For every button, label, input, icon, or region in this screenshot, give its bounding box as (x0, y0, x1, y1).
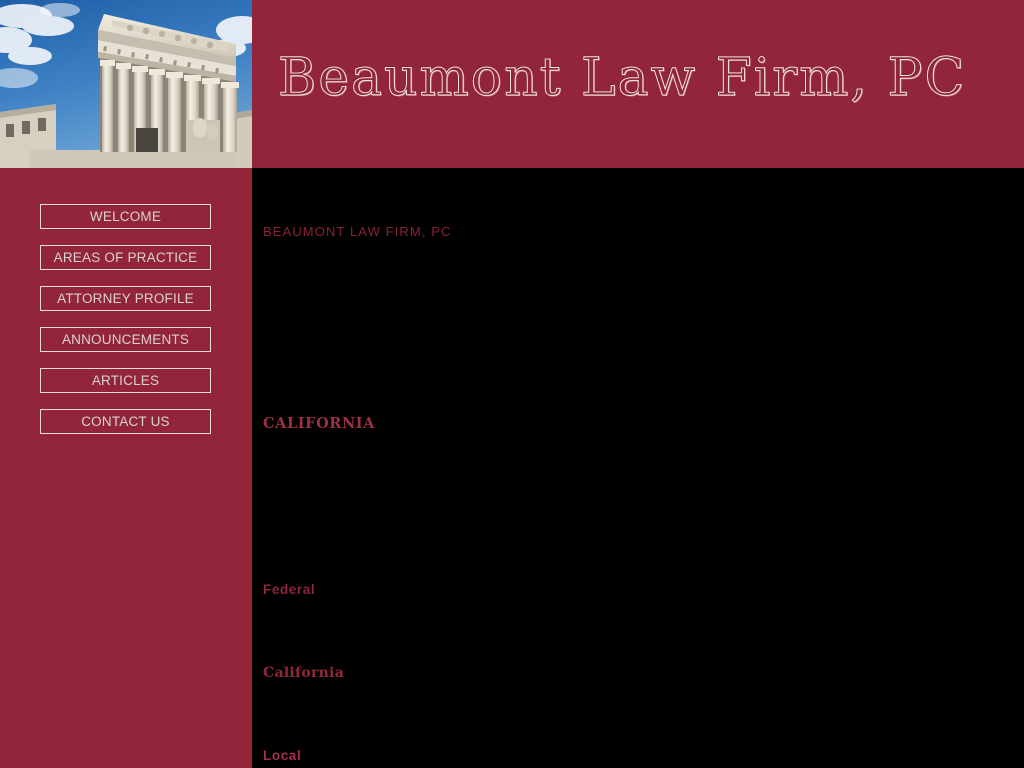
california-subheading: California (263, 665, 345, 681)
sidebar-item-areas-of-practice[interactable]: AREAS OF PRACTICE (40, 245, 211, 270)
courthouse-illustration (0, 0, 252, 168)
sidebar-item-welcome[interactable]: WELCOME (40, 204, 211, 229)
sidebar-item-articles[interactable]: ARTICLES (40, 368, 211, 393)
page-root: WELCOME AREAS OF PRACTICE ATTORNEY PROFI… (0, 0, 1024, 768)
california-section-heading: CALIFORNIA (263, 415, 376, 432)
sidebar-item-attorney-profile[interactable]: ATTORNEY PROFILE (40, 286, 211, 311)
main-content: BEAUMONT LAW FIRM, PC CALIFORNIA Federal… (252, 168, 1024, 768)
firm-name-heading: BEAUMONT LAW FIRM, PC (263, 224, 452, 239)
sidebar-navigation: WELCOME AREAS OF PRACTICE ATTORNEY PROFI… (0, 168, 252, 450)
sidebar-item-announcements[interactable]: ANNOUNCEMENTS (40, 327, 211, 352)
header-band: Beaumont Law Firm, PC (252, 0, 1024, 168)
site-title: Beaumont Law Firm, PC (277, 48, 967, 109)
local-subheading: Local (263, 748, 302, 763)
courthouse-banner-image (0, 0, 252, 168)
federal-subheading: Federal (263, 582, 316, 597)
left-column: WELCOME AREAS OF PRACTICE ATTORNEY PROFI… (0, 0, 252, 768)
sidebar-item-contact-us[interactable]: CONTACT US (40, 409, 211, 434)
